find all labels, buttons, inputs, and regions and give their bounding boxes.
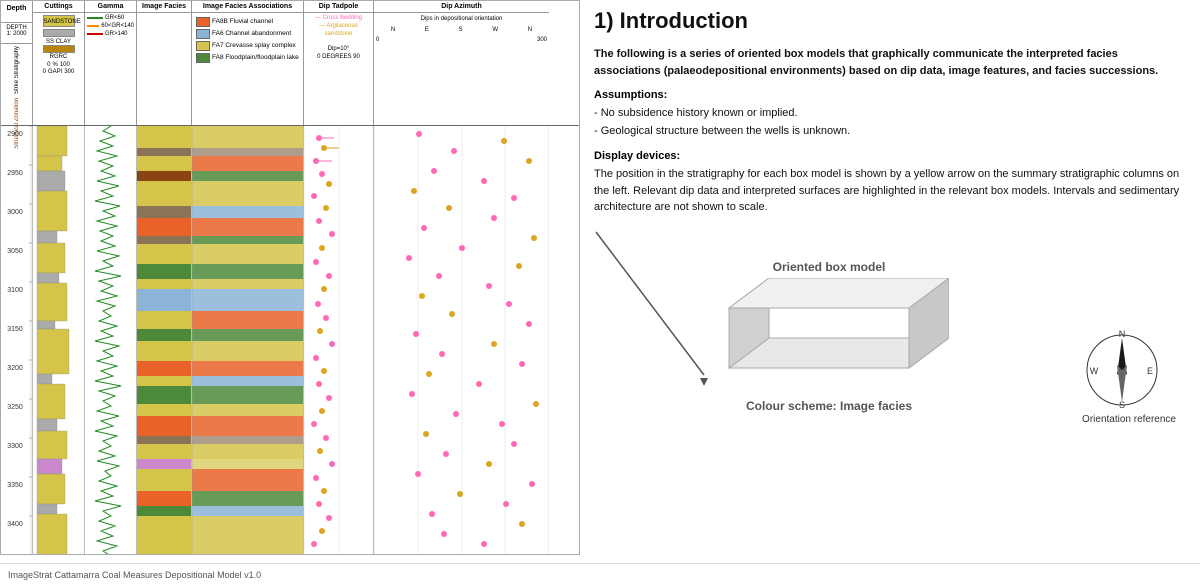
imgfacies-title: Image Facies (137, 1, 191, 13)
box-3d-svg (709, 278, 949, 393)
fa7-label: FA7 Crevasse splay complex (212, 42, 296, 50)
col-cuttings-header: Cuttings SANDSTONE SS CLAY RGRC 0%100 0G… (33, 1, 85, 125)
dipazimuth-column (374, 126, 549, 554)
fa8-label: FA8 Floodplain/floodplain lake (212, 54, 299, 62)
intro-main-text: The following is a series of oriented bo… (594, 46, 1186, 79)
footer-text: ImageStrat Cattamarra Coal Measures Depo… (8, 570, 261, 580)
right-panel: 1) Introduction The following is a serie… (580, 0, 1200, 563)
svg-text:3050: 3050 (7, 248, 23, 255)
rgrc-label: RGRC (50, 54, 68, 60)
page-title: 1) Introduction (594, 8, 1186, 34)
svg-text:W: W (1090, 366, 1099, 376)
svg-text:3000: 3000 (7, 209, 23, 216)
svg-text:S: S (1119, 400, 1125, 410)
sandstone-legend: SANDSTONE (43, 15, 75, 27)
cuttings-title: Cuttings (33, 1, 84, 13)
imgassoc-column (192, 126, 304, 554)
azimuth-legend: Dips in depositional orientation NESWN 0… (374, 13, 549, 47)
strat-log: Depth DEPTH1: 2000 Strke Stratigraphy St… (1, 1, 579, 554)
assumptions-heading: Assumptions: (594, 89, 1186, 101)
col-gamma-header: Gamma GR<60 60<GR<140 GR>140 (85, 1, 137, 125)
svg-text:3250: 3250 (7, 404, 23, 411)
imgfacies-column (137, 126, 192, 554)
display-text: The position in the stratigraphy for eac… (594, 166, 1186, 216)
log-body: 2900 2950 3000 3050 3100 3150 3200 (1, 126, 579, 554)
col-diptadpole-header: Dip Tadpole — Cross Bedding — Argilaceou… (304, 1, 374, 125)
box-3d-wrapper: Oriented box model Colour scheme: Image … (709, 260, 949, 413)
arrow-svg (594, 230, 724, 430)
gr-legend: GR<60 60<GR<140 GR>140 (85, 13, 136, 41)
box-model-area: Oriented box model Colour scheme: Image … (594, 230, 1186, 430)
intro-bold-text: The following is a series of oriented bo… (594, 48, 1158, 77)
legend-fa8b: FA8B Fluvial channel (196, 17, 299, 27)
strat-label: Strke Stratigraphy (1, 43, 32, 96)
legend-fa7: FA7 Crevasse splay complex (196, 41, 299, 51)
fa8b-label: FA8B Fluvial channel (212, 18, 273, 26)
assumption-2: - Geological structure between the wells… (594, 123, 1186, 141)
stratigraphic-log-panel: Depth DEPTH1: 2000 Strke Stratigraphy St… (0, 0, 580, 555)
svg-text:3400: 3400 (7, 521, 23, 528)
assumptions-list: - No subsidence history known or implied… (594, 105, 1186, 140)
gr140-label: 60<GR<140 (101, 23, 134, 29)
footer: ImageStrat Cattamarra Coal Measures Depo… (0, 563, 1200, 585)
svg-text:E: E (1147, 366, 1153, 376)
cuttings-column (33, 126, 85, 554)
diptadpole-title: Dip Tadpole (304, 1, 373, 13)
fa6-label: FA6 Channel abandonment (212, 30, 291, 38)
compass-svg: E W N S (1082, 330, 1162, 410)
col-depth-header: Depth DEPTH1: 2000 Strke Stratigraphy St… (1, 1, 33, 125)
col-imgassoc-header: Image Facies Associations FA8B Fluvial c… (192, 1, 304, 125)
svg-text:3150: 3150 (7, 326, 23, 333)
gamma-column (85, 126, 137, 554)
legend-fa6: FA6 Channel abandonment (196, 29, 299, 39)
svg-text:N: N (1119, 330, 1126, 339)
box-label-bottom: Colour scheme: Image facies (709, 399, 949, 413)
dipazimuth-title: Dip Azimuth (374, 1, 549, 13)
assumption-1: - No subsidence history known or implied… (594, 105, 1186, 123)
depth-scale-label: DEPTH1: 2000 (1, 23, 32, 39)
svg-text:3200: 3200 (7, 365, 23, 372)
gapi-scale: 0GAPI300 (33, 69, 84, 75)
col-dipazimuth-header: Dip Azimuth Dips in depositional orienta… (374, 1, 549, 125)
legend-fa8: FA8 Floodplain/floodplain lake (196, 53, 299, 63)
svg-text:2950: 2950 (7, 170, 23, 177)
col-imgfacies-header: Image Facies (137, 1, 192, 125)
gr140plus-label: GR>140 (105, 31, 128, 37)
box-label-top: Oriented box model (709, 260, 949, 274)
display-heading: Display devices: (594, 150, 1186, 162)
tadpole-legend: — Cross Bedding — Argilaceous sandstone … (304, 13, 373, 64)
svg-text:3300: 3300 (7, 443, 23, 450)
imgassoc-title: Image Facies Associations (192, 1, 303, 13)
cuttings-scale: 0%100 (33, 62, 84, 68)
svg-text:3100: 3100 (7, 287, 23, 294)
diptadpole-column (304, 126, 374, 554)
depth-column: 2900 2950 3000 3050 3100 3150 3200 (1, 126, 33, 554)
depth-title: Depth (1, 3, 32, 23)
rgrc-legend (43, 45, 75, 53)
clay-legend (43, 29, 75, 37)
orientation-label: Orientation reference (1082, 414, 1176, 425)
svg-text:3350: 3350 (7, 482, 23, 489)
gr60-label: GR<60 (105, 15, 124, 21)
gamma-title: Gamma (85, 1, 136, 13)
orientation-reference: E W N S Orientation reference (1082, 330, 1176, 425)
svg-text:2900: 2900 (7, 131, 23, 138)
